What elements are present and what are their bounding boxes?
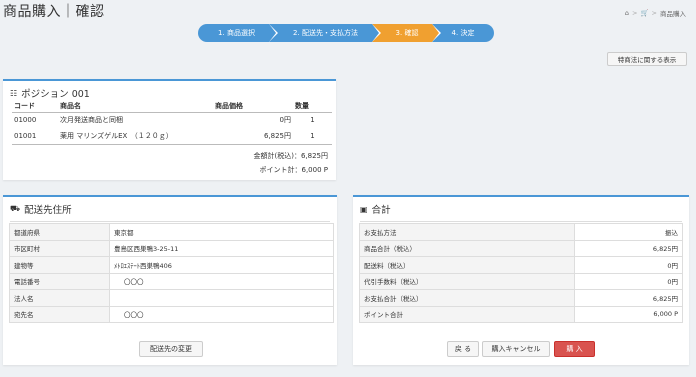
summary-label: 配送料（税込）	[359, 256, 575, 274]
summary-label: お支払合計（税込）	[359, 289, 575, 307]
table-row: ポイント合計 6,000 P	[359, 305, 684, 323]
tokusho-button[interactable]: 特商法に関する表示	[607, 52, 687, 66]
step-3-label: 3. 確認	[395, 29, 419, 37]
inbox-icon: ▣	[360, 204, 368, 214]
step-2: 2. 配送先・支払方法	[269, 24, 381, 42]
field-label: 市区町村	[9, 239, 110, 257]
sitemap-icon: ☷	[10, 88, 18, 98]
row-qty: 1	[310, 116, 315, 125]
summary-panel: ▣ 合計 お支払方法 振込 商品合計（税込） 6,825円 配送料（税込） 0円 代引…	[353, 195, 689, 365]
step-2-label: 2. 配送先・支払方法	[293, 29, 358, 37]
page-title: 商品購入｜確認	[3, 4, 105, 20]
table-row: 商品合計（税込） 6,825円	[359, 239, 684, 257]
field-value: 〇〇〇	[109, 305, 334, 323]
summary-value: 0円	[573, 256, 684, 274]
step-4: 4. 決定	[432, 24, 494, 42]
delivery-panel-header: ⛟ 配送先住所	[3, 197, 337, 221]
summary-value: 0円	[573, 272, 684, 290]
checkout-steps: 1. 商品選択 2. 配送先・支払方法 3. 確認 4. 決定	[198, 24, 494, 42]
field-value	[109, 289, 334, 307]
summary-value: 6,825円	[573, 289, 684, 307]
table-row: 01001 薬用 マリンズゲルEX （１２０ｇ） 6,825円 1	[12, 128, 332, 144]
total-amount: 金額計(税込)：6,825円	[253, 152, 328, 160]
delivery-table: 都道府県 東京都 市区町村 豊島区西巣鴨3-25-11 建物等 ﾒﾄﾛｴｽﾃｰﾄ西巣鴨…	[9, 223, 334, 323]
table-row: 法人名	[9, 289, 334, 307]
step-1-label: 1. 商品選択	[218, 29, 255, 37]
summary-value: 6,000 P	[573, 305, 684, 323]
field-value: 豊島区西巣鴨3-25-11	[109, 239, 334, 257]
table-row: 市区町村 豊島区西巣鴨3-25-11	[9, 239, 334, 257]
table-row: お支払合計（税込） 6,825円	[359, 289, 684, 307]
back-button[interactable]: 戻 る	[447, 341, 479, 357]
position-panel: ☷ ポジション 001 コード 商品名 商品価格 数量 01000 次月発送商品…	[3, 79, 336, 180]
summary-table: お支払方法 振込 商品合計（税込） 6,825円 配送料（税込） 0円 代引手数料（税…	[359, 223, 684, 323]
breadcrumb-current: 商品購入	[660, 10, 686, 18]
purchase-button[interactable]: 購 入	[554, 341, 595, 357]
summary-label: 商品合計（税込）	[359, 239, 575, 257]
table-row: 電話番号 〇〇〇	[9, 272, 334, 290]
table-row: 代引手数料（税込） 0円	[359, 272, 684, 290]
field-label: 電話番号	[9, 272, 110, 290]
field-value: ﾒﾄﾛｴｽﾃｰﾄ西巣鴨406	[109, 256, 334, 274]
row-price: 0円	[279, 116, 291, 125]
field-value: 東京都	[109, 223, 334, 241]
col-code: コード	[12, 100, 58, 113]
col-name: 商品名	[58, 100, 213, 113]
product-table: コード 商品名 商品価格 数量 01000 次月発送商品と同梱 0円 1 010…	[12, 100, 332, 145]
summary-panel-header: ▣ 合計	[353, 197, 689, 221]
change-address-button[interactable]: 配送先の変更	[139, 341, 203, 357]
table-row: 宛先名 〇〇〇	[9, 305, 334, 323]
step-1: 1. 商品選択	[198, 24, 278, 42]
summary-label: お支払方法	[359, 223, 575, 241]
field-label: 法人名	[9, 289, 110, 307]
breadcrumb: ⌂ > 🛒 > 商品購入	[625, 8, 686, 18]
field-value: 〇〇〇	[109, 272, 334, 290]
delivery-panel-title: 配送先住所	[24, 205, 72, 216]
step-3: 3. 確認	[372, 24, 441, 42]
row-code: 01001	[14, 131, 37, 140]
home-icon[interactable]: ⌂	[625, 9, 629, 17]
row-name: 次月発送商品と同梱	[60, 116, 123, 125]
breadcrumb-separator: >	[651, 9, 657, 17]
col-price: 商品価格	[213, 100, 293, 113]
position-panel-title: ポジション 001	[21, 89, 90, 100]
summary-value: 6,825円	[573, 239, 684, 257]
table-row: 建物等 ﾒﾄﾛｴｽﾃｰﾄ西巣鴨406	[9, 256, 334, 274]
cancel-purchase-button[interactable]: 購入キャンセル	[482, 341, 550, 357]
field-label: 建物等	[9, 256, 110, 274]
summary-panel-title: 合計	[371, 205, 391, 216]
table-row: 01000 次月発送商品と同梱 0円 1	[12, 112, 332, 128]
cart-icon[interactable]: 🛒	[640, 9, 648, 17]
table-row: 配送料（税込） 0円	[359, 256, 684, 274]
row-name: 薬用 マリンズゲルEX （１２０ｇ）	[60, 131, 173, 140]
summary-label: 代引手数料（税込）	[359, 272, 575, 290]
field-label: 宛先名	[9, 305, 110, 323]
delivery-panel: ⛟ 配送先住所 都道府県 東京都 市区町村 豊島区西巣鴨3-25-11 建物等 ﾒﾄﾛ…	[3, 195, 337, 365]
summary-label: ポイント合計	[359, 305, 575, 323]
table-row: 都道府県 東京都	[9, 223, 334, 241]
truck-icon: ⛟	[10, 204, 21, 213]
row-qty: 1	[310, 131, 315, 140]
breadcrumb-separator: >	[632, 9, 638, 17]
row-code: 01000	[14, 116, 37, 125]
summary-value: 振込	[573, 223, 684, 241]
total-points: ポイント計：6,000 P	[259, 166, 329, 174]
row-price: 6,825円	[263, 131, 291, 140]
col-qty: 数量	[293, 100, 332, 113]
step-4-label: 4. 決定	[451, 29, 475, 37]
field-label: 都道府県	[9, 223, 110, 241]
table-row: お支払方法 振込	[359, 223, 684, 241]
